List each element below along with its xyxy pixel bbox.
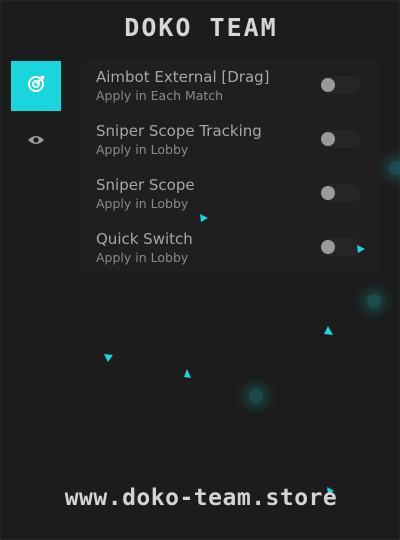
- toggle-knob: [321, 78, 335, 92]
- particle-glow: [389, 161, 400, 175]
- app-title: DOKO TEAM: [124, 13, 278, 42]
- feature-label: Aimbot External [Drag]: [96, 68, 270, 86]
- toggle-knob: [321, 240, 335, 254]
- particle-triangle: [200, 214, 208, 222]
- target-icon: [26, 74, 46, 98]
- feature-row-aimbot-external: Aimbot External [Drag] Apply in Each Mat…: [96, 68, 376, 108]
- footer-url: www.doko-team.store: [64, 485, 338, 511]
- particle-triangle: [104, 354, 113, 362]
- particle-triangle: [357, 245, 365, 253]
- particle-triangle: [184, 369, 191, 378]
- feature-sublabel: Apply in Lobby: [96, 250, 189, 265]
- particle-glow: [367, 294, 381, 308]
- aimbot-external-toggle[interactable]: [321, 76, 361, 94]
- feature-label: Sniper Scope: [96, 176, 195, 194]
- feature-label: Quick Switch: [96, 230, 193, 248]
- sidebar-tab-aim[interactable]: [11, 61, 61, 111]
- feature-label: Sniper Scope Tracking: [96, 122, 262, 140]
- feature-sublabel: Apply in Each Match: [96, 88, 224, 103]
- app-window: DOKO TEAM Aimbot External [Drag] Apply i…: [0, 0, 400, 540]
- feature-row-sniper-scope: Sniper Scope Apply in Lobby: [96, 176, 376, 216]
- particle-triangle: [324, 326, 333, 335]
- eye-icon: [27, 132, 45, 151]
- feature-row-sniper-scope-tracking: Sniper Scope Tracking Apply in Lobby: [96, 122, 376, 162]
- feature-sublabel: Apply in Lobby: [96, 142, 189, 157]
- feature-sublabel: Apply in Lobby: [96, 196, 189, 211]
- toggle-knob: [321, 186, 335, 200]
- particle-glow: [249, 389, 263, 403]
- sniper-scope-toggle[interactable]: [321, 184, 361, 202]
- sidebar-tab-visuals[interactable]: [11, 116, 61, 166]
- sniper-scope-tracking-toggle[interactable]: [321, 130, 361, 148]
- feature-row-quick-switch: Quick Switch Apply in Lobby: [96, 230, 376, 270]
- toggle-knob: [321, 132, 335, 146]
